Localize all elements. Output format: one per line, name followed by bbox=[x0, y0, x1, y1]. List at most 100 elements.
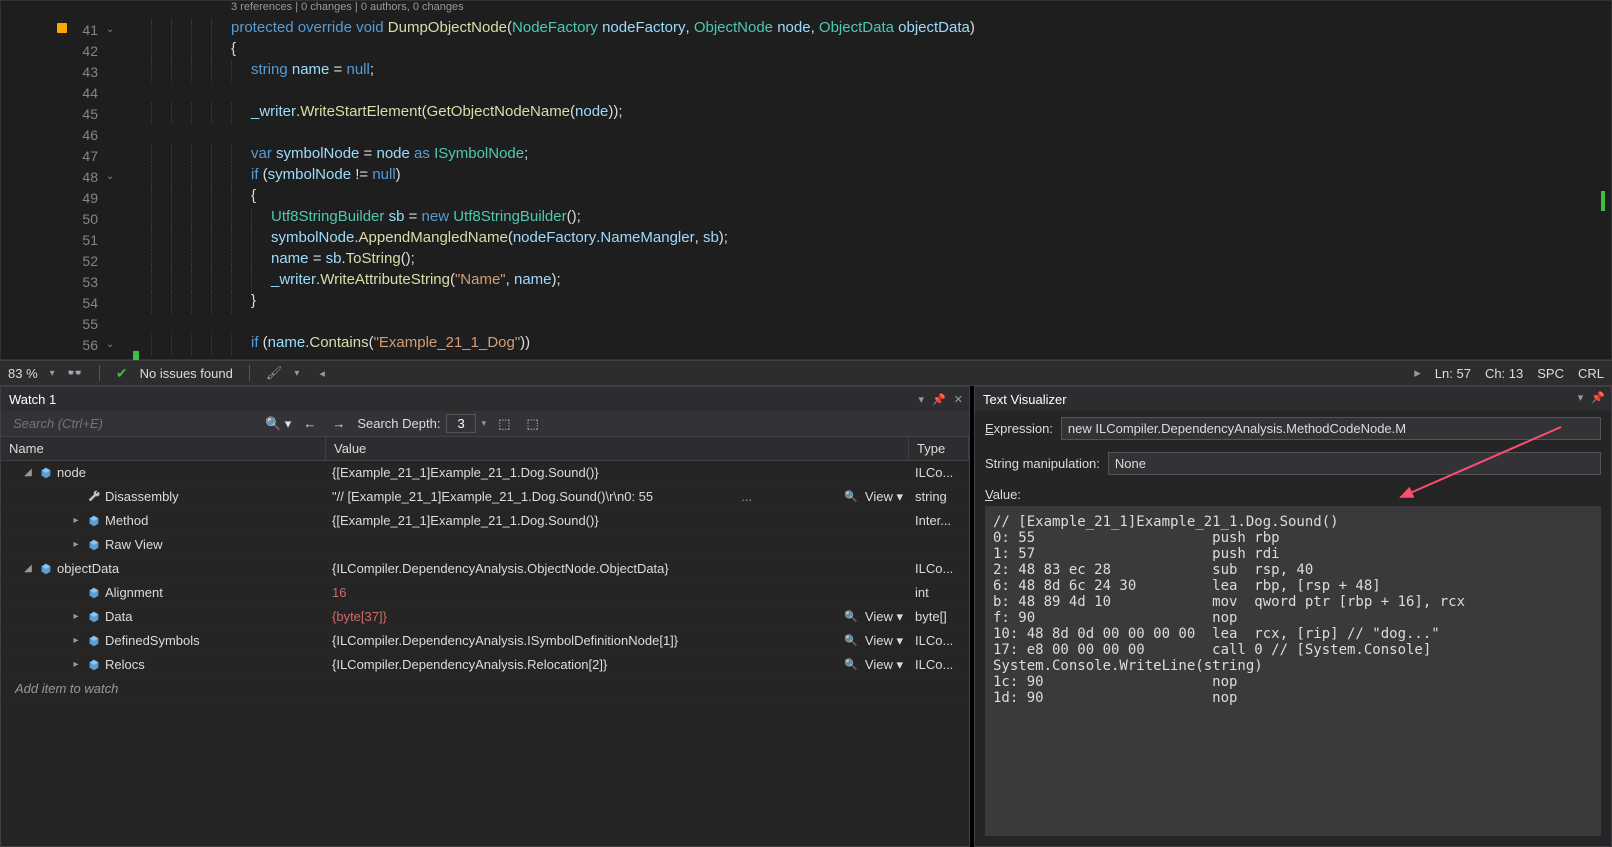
nav-back-icon[interactable]: ← bbox=[299, 416, 320, 431]
watch-row[interactable]: ▸DefinedSymbols{ILCompiler.DependencyAna… bbox=[1, 629, 969, 653]
window-dropdown-icon[interactable]: ▾ bbox=[1578, 391, 1584, 404]
watch-row[interactable]: ▸Method{[Example_21_1]Example_21_1.Dog.S… bbox=[1, 509, 969, 533]
line-number: 48 bbox=[71, 169, 106, 185]
watch-title: Watch 1 bbox=[9, 392, 56, 407]
line-number: 53 bbox=[71, 274, 106, 290]
code-editor[interactable]: 41⌄ 42 43 44 45 46 47 48⌄ 49 50 51 52 53… bbox=[0, 0, 1612, 360]
watch-columns: Name Value Type bbox=[1, 437, 969, 461]
watch-row[interactable]: Disassembly"// [Example_21_1]Example_21_… bbox=[1, 485, 969, 509]
watch-item-type: string bbox=[909, 489, 969, 504]
line-number: 50 bbox=[71, 211, 106, 227]
window-dropdown-icon[interactable]: ▾ bbox=[919, 393, 925, 406]
space-indicator[interactable]: SPC bbox=[1537, 366, 1564, 381]
watch-panel: Watch 1 ▾ 📌 ✕ 🔍 ▾ ← → Search Depth: 3 ▾ … bbox=[0, 386, 970, 847]
pin-icon[interactable]: 📌 bbox=[932, 393, 946, 406]
obj-icon bbox=[87, 634, 101, 648]
tool-icon-1[interactable]: ⬚ bbox=[494, 416, 514, 432]
watch-item-name: Relocs bbox=[105, 657, 145, 672]
char-indicator[interactable]: Ch: 13 bbox=[1485, 366, 1523, 381]
manipulation-select[interactable]: None bbox=[1108, 452, 1601, 475]
tool-icon-2[interactable]: ⬚ bbox=[523, 416, 543, 432]
expander-icon[interactable]: ▸ bbox=[69, 611, 83, 622]
line-number: 54 bbox=[71, 295, 106, 311]
watch-row[interactable]: Alignment16int bbox=[1, 581, 969, 605]
line-number: 46 bbox=[71, 127, 106, 143]
breakpoint-margin[interactable] bbox=[1, 1, 71, 359]
right-arrow-icon[interactable]: ▸ bbox=[1414, 365, 1421, 381]
obj-icon bbox=[87, 538, 101, 552]
issues-label[interactable]: No issues found bbox=[140, 366, 233, 381]
expander-icon[interactable]: ▸ bbox=[69, 515, 83, 526]
expander-icon[interactable]: ▸ bbox=[69, 659, 83, 670]
nav-fwd-icon[interactable]: → bbox=[328, 416, 349, 431]
change-marker bbox=[1601, 191, 1605, 211]
line-number-gutter: 41⌄ 42 43 44 45 46 47 48⌄ 49 50 51 52 53… bbox=[71, 1, 131, 359]
col-value[interactable]: Value bbox=[326, 437, 909, 460]
view-button[interactable]: 🔍View ▾ bbox=[844, 633, 903, 649]
expander-icon[interactable]: ▸ bbox=[69, 635, 83, 646]
view-button[interactable]: 🔍View ▾ bbox=[844, 657, 903, 673]
watch-item-name: Raw View bbox=[105, 537, 163, 552]
expression-label: Expression: bbox=[985, 421, 1053, 436]
code-content[interactable]: 3 references | 0 changes | 0 authors, 0 … bbox=[131, 1, 1611, 359]
pin-icon[interactable]: 📌 bbox=[1591, 391, 1605, 404]
line-number: 44 bbox=[71, 85, 106, 101]
watch-item-value: {ILCompiler.DependencyAnalysis.ISymbolDe… bbox=[332, 633, 678, 648]
manipulation-label: String manipulation: bbox=[985, 456, 1100, 471]
expander-icon[interactable]: ▸ bbox=[69, 539, 83, 550]
watch-item-name: objectData bbox=[57, 561, 119, 576]
expander-icon[interactable]: ◢ bbox=[21, 563, 35, 574]
line-number: 51 bbox=[71, 232, 106, 248]
obj-icon bbox=[39, 562, 53, 576]
close-icon[interactable]: ✕ bbox=[954, 393, 963, 406]
depth-value[interactable]: 3 bbox=[446, 414, 475, 433]
watch-body: ◢ node {[Example_21_1]Example_21_1.Dog.Sou… bbox=[1, 461, 969, 846]
search-input[interactable] bbox=[7, 413, 257, 434]
watch-item-type: ILCo... bbox=[909, 657, 969, 672]
watch-item-name: node bbox=[57, 465, 86, 480]
watch-toolbar: 🔍 ▾ ← → Search Depth: 3 ▾ ⬚ ⬚ bbox=[1, 411, 969, 437]
crlf-indicator[interactable]: CRL bbox=[1578, 366, 1604, 381]
watch-row[interactable]: ▸Data{byte[37]}🔍View ▾byte[] bbox=[1, 605, 969, 629]
line-number: 56 bbox=[71, 337, 106, 353]
obj-icon bbox=[87, 586, 101, 600]
watch-row[interactable]: ◢objectData{ILCompiler.DependencyAnalysi… bbox=[1, 557, 969, 581]
view-button[interactable]: 🔍View ▾ bbox=[844, 609, 903, 625]
depth-label: Search Depth: bbox=[357, 416, 440, 431]
watch-item-name: Data bbox=[105, 609, 132, 624]
text-visualizer-panel: Text Visualizer ▾ 📌 Expression: String m… bbox=[974, 386, 1612, 847]
col-name[interactable]: Name bbox=[1, 437, 326, 460]
glasses-icon[interactable]: 👓 bbox=[67, 365, 83, 381]
codelens[interactable]: 3 references | 0 changes | 0 authors, 0 … bbox=[131, 1, 1611, 19]
watch-header[interactable]: Watch 1 ▾ 📌 ✕ bbox=[1, 387, 969, 411]
watch-item-value: {[Example_21_1]Example_21_1.Dog.Sound()} bbox=[332, 465, 599, 480]
fold-icon[interactable]: ⌄ bbox=[106, 171, 120, 182]
left-arrow-icon[interactable]: ◂ bbox=[319, 367, 325, 380]
watch-item-type: ILCo... bbox=[909, 633, 969, 648]
line-number: 41 bbox=[71, 22, 106, 38]
zoom-level[interactable]: 83 % bbox=[8, 366, 38, 381]
expander-icon[interactable]: ◢ bbox=[21, 467, 35, 478]
zoom-dropdown-icon[interactable]: ▾ bbox=[50, 368, 55, 379]
line-indicator[interactable]: Ln: 57 bbox=[1435, 366, 1471, 381]
fold-icon[interactable]: ⌄ bbox=[106, 24, 120, 35]
fold-icon[interactable]: ⌄ bbox=[106, 339, 120, 350]
view-button[interactable]: 🔍View ▾ bbox=[844, 489, 903, 505]
obj-icon bbox=[87, 658, 101, 672]
watch-item-type: ILCo... bbox=[909, 465, 969, 480]
watch-item-type: int bbox=[909, 585, 969, 600]
watch-row[interactable]: ▸ Relocs {ILCompiler.DependencyAnalysis.Re… bbox=[1, 653, 969, 677]
expression-input[interactable] bbox=[1061, 417, 1601, 440]
watch-row[interactable]: ▸ Raw View bbox=[1, 533, 969, 557]
search-icon[interactable]: 🔍 ▾ bbox=[265, 416, 291, 432]
depth-dropdown-icon[interactable]: ▾ bbox=[482, 418, 487, 429]
col-type[interactable]: Type bbox=[909, 437, 969, 460]
watch-item-value: {ILCompiler.DependencyAnalysis.Relocatio… bbox=[332, 657, 607, 672]
brush-icon[interactable]: 🖌 bbox=[266, 365, 283, 381]
brush-dropdown-icon[interactable]: ▾ bbox=[294, 368, 299, 379]
breakpoint-icon[interactable] bbox=[57, 23, 67, 33]
watch-row[interactable]: ◢ node {[Example_21_1]Example_21_1.Dog.Sou… bbox=[1, 461, 969, 485]
text-visualizer-header[interactable]: Text Visualizer ▾ 📌 bbox=[975, 387, 1611, 411]
add-watch-item[interactable]: Add item to watch bbox=[1, 681, 326, 696]
text-visualizer-body[interactable]: // [Example_21_1]Example_21_1.Dog.Sound(… bbox=[985, 506, 1601, 836]
